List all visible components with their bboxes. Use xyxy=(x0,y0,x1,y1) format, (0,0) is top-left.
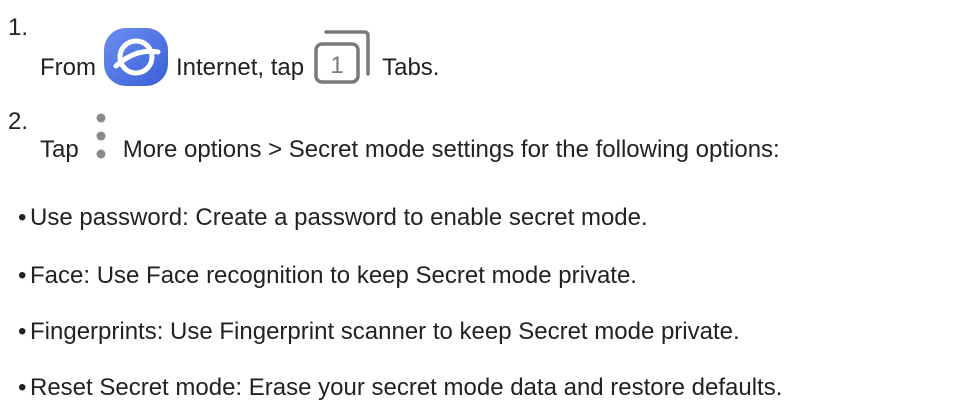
list-item: • Reset Secret mode: Erase your secret mo… xyxy=(18,374,782,401)
step-2-number: 2. xyxy=(8,108,29,135)
bullet-text: Use password: Create a password to enabl… xyxy=(30,204,648,231)
step-2-text-before: Tap xyxy=(40,136,79,163)
tabs-icon-count: 1 xyxy=(330,52,343,79)
list-item: • Use password: Create a password to enab… xyxy=(18,204,648,232)
step-2-line: Tap More options > Secret mode settings … xyxy=(40,102,780,164)
instructions-page: 1. From Internet, tap 1 Tabs. 2. Tap Mor… xyxy=(0,0,964,401)
samsung-internet-icon xyxy=(102,26,170,88)
step-2-text-after: More options > Secret mode settings for … xyxy=(122,136,780,163)
step-1-line: From Internet, tap 1 Tabs. xyxy=(40,20,440,86)
bullet-text: Reset Secret mode: Erase your secret mod… xyxy=(30,374,783,401)
bullet-symbol: • xyxy=(18,374,27,401)
bullet-text: Face: Use Face recognition to keep Secre… xyxy=(30,262,637,289)
bullet-symbol: • xyxy=(18,262,27,289)
step-1-text-before: From xyxy=(40,54,96,81)
step-1-text-after: Tabs. xyxy=(382,54,440,81)
list-item: • Face: Use Face recognition to keep Secr… xyxy=(18,262,637,290)
list-item: • Fingerprints: Use Fingerprint scanner t… xyxy=(18,318,740,346)
bullet-text: Fingerprints: Use Fingerprint scanner to… xyxy=(30,318,740,345)
step-1-text-mid: Internet, tap xyxy=(176,54,305,81)
bullet-symbol: • xyxy=(18,318,27,345)
step-1-number: 1. xyxy=(8,14,29,41)
more-options-icon xyxy=(95,110,107,170)
bullet-symbol: • xyxy=(18,204,27,231)
tabs-icon: 1 xyxy=(312,26,374,88)
